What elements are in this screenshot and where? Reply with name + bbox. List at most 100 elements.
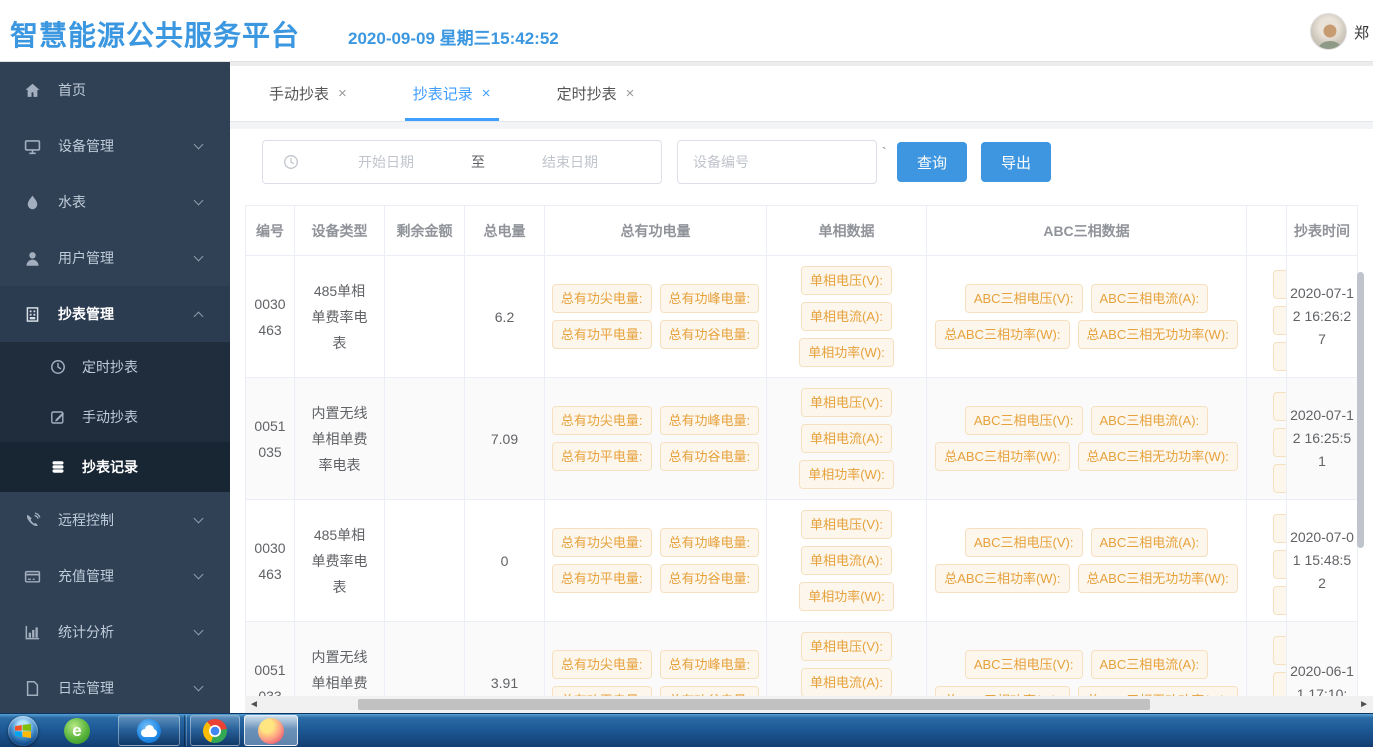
tag-flat-energy: 总有功平电量: (552, 564, 652, 593)
tag-abc-reactive-power: 总ABC三相无功功率(W): (1078, 564, 1238, 593)
sidebar-item-scheduled-reading[interactable]: 定时抄表 (0, 342, 230, 392)
sidebar-item-log-mgmt[interactable]: 日志管理 (0, 660, 230, 716)
page-title: 智慧能源公共服务平台 (10, 14, 300, 54)
sidebar-item-water-meter[interactable]: 水表 (0, 174, 230, 230)
tag-valley-energy: 总有功谷电量: (660, 442, 760, 471)
windows-taskbar: e 1 20 (0, 713, 1373, 747)
chevron-down-icon (194, 514, 204, 524)
horizontal-scrollbar-thumb[interactable] (358, 699, 1150, 710)
remote-icon (24, 512, 41, 529)
table-row: 0051033 内置无线单相单费率电表 3.91 总有功尖电量: 总有功峰电量:… (246, 622, 1358, 700)
tag-single-voltage: 单相电压(V): (801, 266, 892, 295)
monitor-icon (24, 138, 41, 155)
tag-abc-voltage: ABC三相电压(V): (965, 406, 1083, 435)
table-row: 0030463 485单相单费率电表 0 总有功尖电量: 总有功峰电量: 总有功… (246, 500, 1358, 622)
water-drop-icon (24, 194, 41, 211)
tag-single-voltage: 单相电压(V): (801, 388, 892, 417)
tab-close-icon[interactable]: × (338, 85, 347, 102)
qq-browser-icon (137, 719, 161, 743)
cell-total-energy: 0 (501, 548, 509, 574)
table-body: 0030463 485单相单费率电表 6.2 总有功尖电量: 总有功峰电量: 总… (246, 256, 1358, 700)
column-header-balance: 剩余金额 (385, 206, 465, 256)
tag-single-voltage: 单相电压(V): (801, 632, 892, 661)
sidebar: 首页 设备管理 水表 用户管理 抄表管理 定时抄表 (0, 62, 230, 713)
clock-icon (50, 359, 66, 375)
start-orb[interactable] (8, 716, 38, 746)
sidebar-item-remote-control[interactable]: 远程控制 (0, 492, 230, 548)
readings-table: 编号 设备类型 剩余金额 总电量 总有功电量 单相数据 ABC三相数据 抄表时间… (245, 205, 1358, 700)
bar-chart-icon (24, 624, 41, 641)
column-header-abc-phase: ABC三相数据 (927, 206, 1247, 256)
sidebar-item-manual-reading[interactable]: 手动抄表 (0, 392, 230, 442)
clipped-tag-sliver (1273, 586, 1286, 615)
vertical-scrollbar-thumb[interactable] (1357, 272, 1364, 548)
chevron-down-icon (194, 252, 204, 262)
tab-scheduled-reading[interactable]: 定时抄表 × (553, 66, 639, 121)
meter-icon (24, 306, 41, 323)
start-date-input[interactable] (307, 154, 465, 170)
tag-single-power: 单相功率(W): (799, 582, 894, 611)
tag-abc-current: ABC三相电流(A): (1091, 284, 1209, 313)
column-header-single-phase: 单相数据 (767, 206, 927, 256)
scroll-right-arrow-icon[interactable]: ► (1359, 697, 1369, 712)
tag-single-current: 单相电流(A): (801, 668, 892, 697)
cell-reading-time: 2020-07-12 16:26:27 (1290, 282, 1354, 351)
export-button[interactable]: 导出 (981, 142, 1051, 182)
user-avatar[interactable] (1310, 13, 1347, 50)
tag-peak-energy: 总有功峰电量: (660, 650, 760, 679)
tag-sharp-energy: 总有功尖电量: (552, 650, 652, 679)
cell-reading-time: 2020-07-01 15:48:52 (1290, 526, 1354, 595)
windows-logo-icon (15, 724, 31, 738)
tab-manual-reading[interactable]: 手动抄表 × (265, 66, 351, 121)
cell-device-id: 0051035 (253, 413, 287, 465)
column-header-active-energy: 总有功电量 (545, 206, 767, 256)
date-range-input[interactable]: 至 (262, 140, 662, 184)
sidebar-submenu: 定时抄表 手动抄表 抄表记录 (0, 342, 230, 492)
sidebar-item-home[interactable]: 首页 (0, 62, 230, 118)
chevron-down-icon (194, 196, 204, 206)
cell-device-type: 485单相单费率电表 (307, 522, 372, 600)
header-datetime: 2020-09-09 星期三15:42:52 (348, 24, 559, 49)
cell-device-type: 内置无线单相单费率电表 (307, 644, 372, 701)
chevron-down-icon (194, 682, 204, 692)
taskbar-qq-browser-button[interactable] (118, 715, 180, 746)
tab-close-icon[interactable]: × (626, 85, 635, 102)
tag-flat-energy: 总有功平电量: (552, 442, 652, 471)
taskbar-photo-app-button[interactable] (244, 715, 298, 746)
tab-close-icon[interactable]: × (482, 85, 491, 102)
chevron-down-icon (194, 140, 204, 150)
tag-abc-power: 总ABC三相功率(W): (935, 320, 1069, 349)
user-icon (24, 250, 41, 267)
tag-flat-energy: 总有功平电量: (552, 320, 652, 349)
scroll-left-arrow-icon[interactable]: ◄ (249, 697, 259, 712)
sidebar-item-meter-reading-mgmt[interactable]: 抄表管理 (0, 286, 230, 342)
table-row: 0030463 485单相单费率电表 6.2 总有功尖电量: 总有功峰电量: 总… (246, 256, 1358, 378)
sidebar-item-recharge-mgmt[interactable]: 充值管理 (0, 548, 230, 604)
search-button[interactable]: 查询 (897, 142, 967, 182)
column-header-total-energy: 总电量 (465, 206, 545, 256)
screen: 智慧能源公共服务平台 2020-09-09 星期三15:42:52 郑 首页 设… (0, 0, 1373, 747)
tag-valley-energy: 总有功谷电量: (660, 320, 760, 349)
sidebar-item-device-mgmt[interactable]: 设备管理 (0, 118, 230, 174)
sidebar-item-statistics[interactable]: 统计分析 (0, 604, 230, 660)
cell-reading-time: 2020-06-11 17:10: (1290, 660, 1354, 701)
device-number-input[interactable] (677, 140, 877, 184)
cell-device-id: 0030463 (253, 291, 287, 343)
taskbar-chrome-button[interactable] (190, 715, 240, 746)
ie-browser-icon[interactable]: e (64, 718, 90, 744)
tag-abc-current: ABC三相电流(A): (1091, 650, 1209, 679)
column-header-empty (1247, 206, 1287, 256)
sidebar-item-user-mgmt[interactable]: 用户管理 (0, 230, 230, 286)
range-separator: 至 (465, 152, 491, 172)
cell-device-id: 0030463 (253, 535, 287, 587)
username[interactable]: 郑 (1354, 22, 1369, 43)
chevron-up-icon (194, 311, 204, 321)
cell-device-id: 0051033 (253, 657, 287, 701)
tag-abc-power: 总ABC三相功率(W): (935, 564, 1069, 593)
end-date-input[interactable] (491, 154, 649, 170)
sidebar-item-reading-records[interactable]: 抄表记录 (0, 442, 230, 492)
tag-abc-power: 总ABC三相功率(W): (935, 442, 1069, 471)
tab-reading-records[interactable]: 抄表记录 × (409, 66, 495, 121)
table-row: 0051035 内置无线单相单费率电表 7.09 总有功尖电量: 总有功峰电量:… (246, 378, 1358, 500)
tag-abc-reactive-power: 总ABC三相无功功率(W): (1078, 320, 1238, 349)
